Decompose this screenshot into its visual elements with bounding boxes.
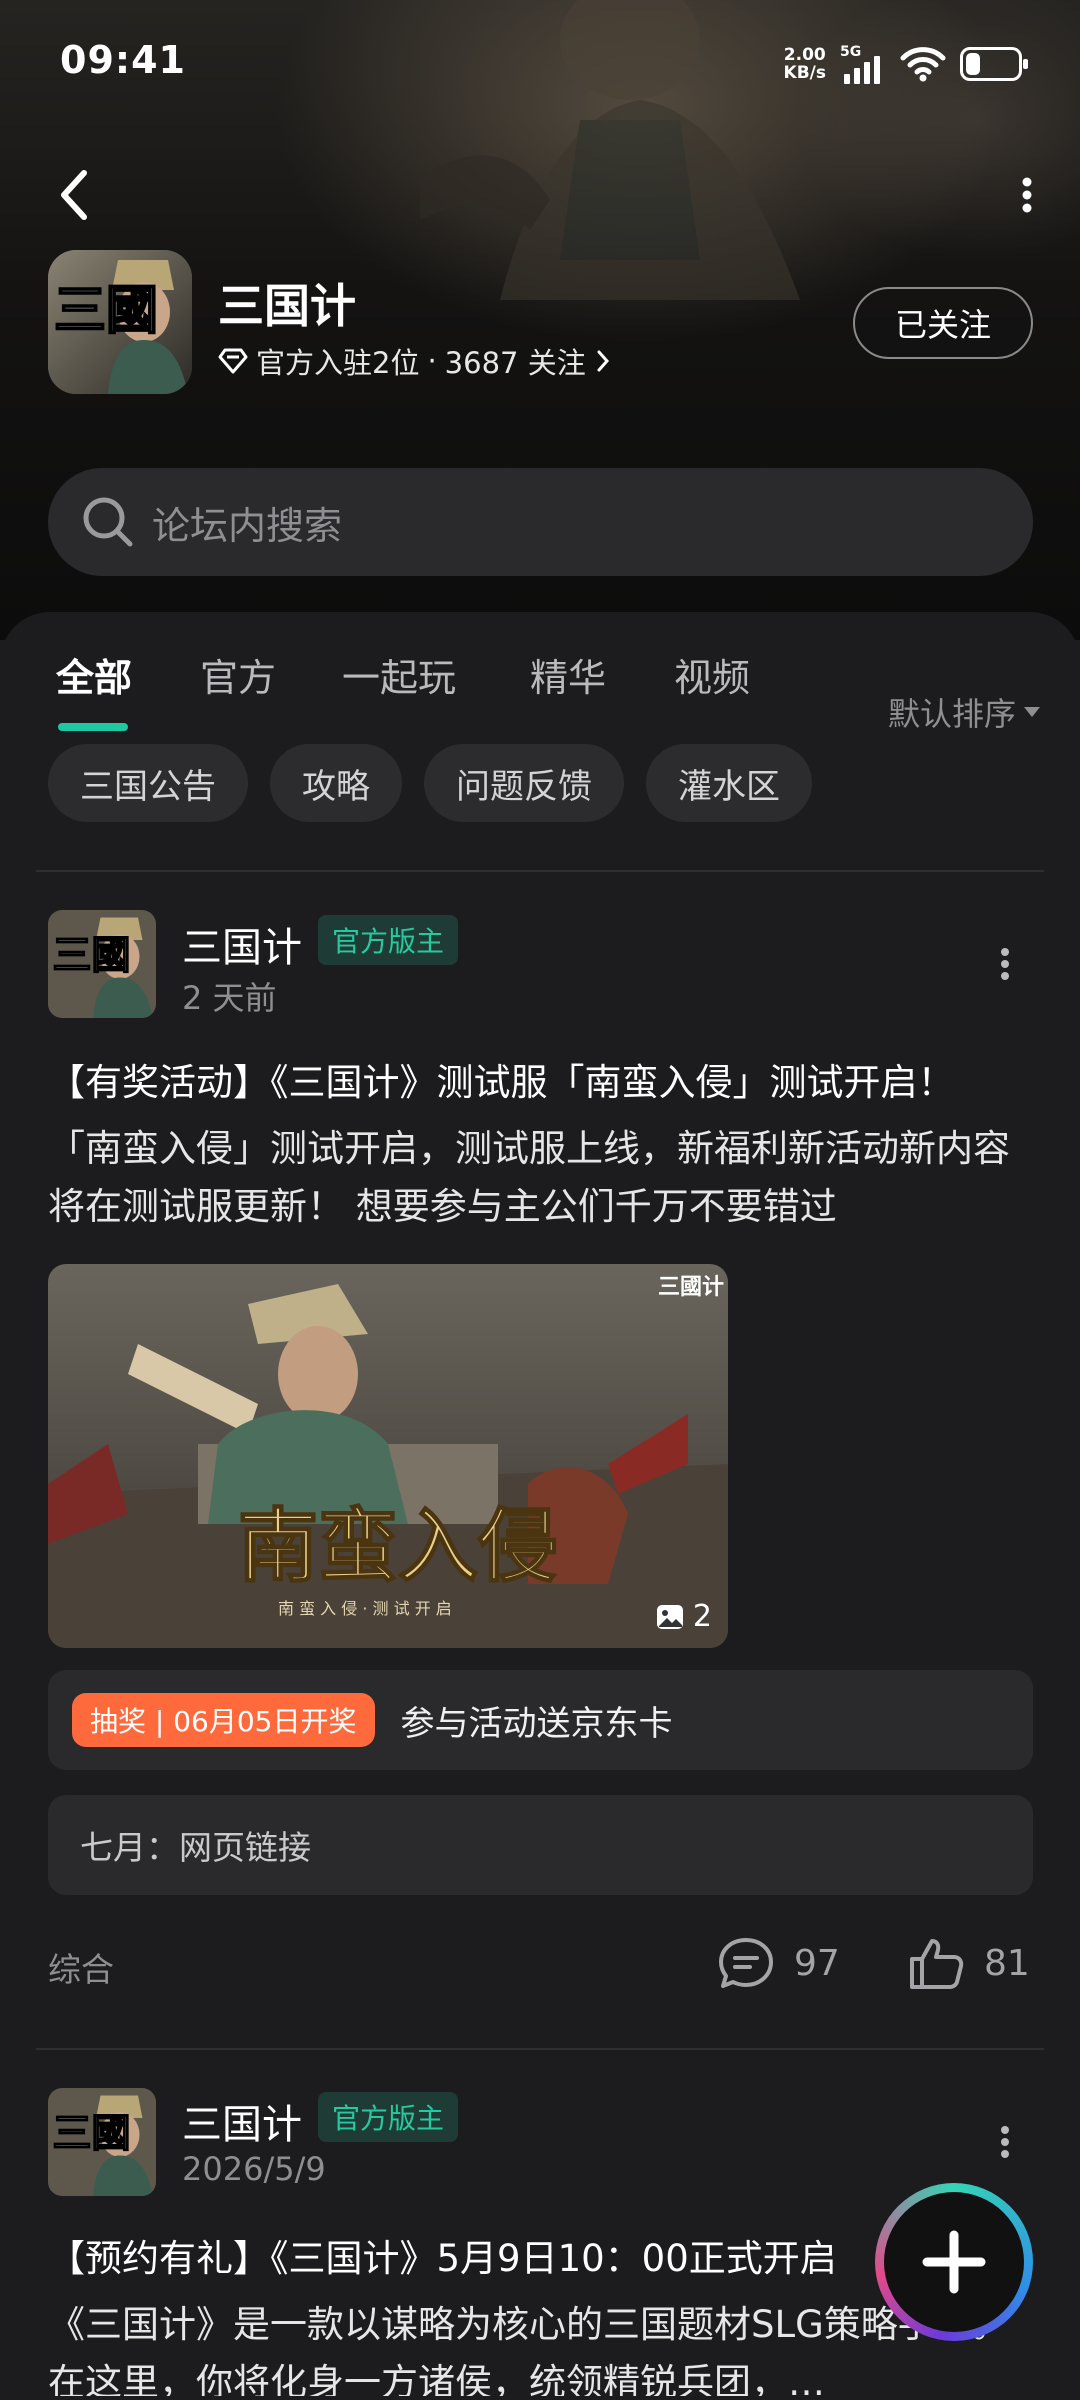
sort-dropdown[interactable]: 默认排序: [888, 689, 1040, 735]
logo-text: 三國: [54, 280, 158, 341]
forum-logo: 三國: [48, 250, 192, 394]
avatar-portrait-icon: 三國: [48, 910, 156, 1018]
avatar-portrait-icon: 三國: [48, 2088, 156, 2196]
comment-icon: [719, 1938, 773, 1988]
avatar[interactable]: 三國: [48, 910, 156, 1018]
chevron-down-icon: [1024, 707, 1040, 717]
chip-feedback[interactable]: 问题反馈: [424, 744, 624, 822]
battery-icon: [960, 47, 1028, 81]
web-link-text: 七月：网页链接: [80, 1828, 311, 1867]
avatar-logo-text: 三國: [53, 933, 131, 979]
comment-button[interactable]: 97: [716, 1935, 840, 1991]
tab-bar: 全部 官方 一起玩 精华 视频 默认排序: [0, 647, 1080, 733]
category-chips: 三国公告 攻略 问题反馈 灌水区: [48, 744, 812, 822]
lottery-card[interactable]: 抽奖 | 06月05日开奖 参与活动送京东卡: [48, 1670, 1033, 1770]
meta-separator: ·: [427, 344, 437, 378]
image-headline: 南蛮入侵: [238, 1499, 558, 1593]
more-vertical-icon[interactable]: [990, 944, 1020, 984]
create-post-button[interactable]: [875, 2183, 1033, 2341]
image-watermark: 三國计: [658, 1274, 724, 1300]
official-count: 官方入驻2位: [256, 346, 420, 380]
avatar-logo-text: 三國: [53, 2111, 131, 2157]
image-icon: [656, 1604, 683, 1629]
tab-play-together[interactable]: 一起玩: [342, 647, 456, 702]
cellular-signal-icon: 5G: [840, 44, 886, 84]
chip-announcements[interactable]: 三国公告: [48, 744, 248, 822]
chip-off-topic[interactable]: 灌水区: [646, 744, 812, 822]
web-link-card[interactable]: 七月：网页链接: [48, 1795, 1033, 1895]
more-vertical-icon[interactable]: [990, 2122, 1020, 2162]
tab-featured[interactable]: 精华: [530, 647, 606, 702]
diamond-icon: [218, 348, 248, 374]
network-speed: 2.00 KB/s: [783, 45, 826, 83]
logo-portrait-icon: 三國: [48, 250, 192, 394]
forum-name: 三国计: [218, 279, 356, 333]
like-count: 81: [984, 1942, 1030, 1984]
divider: [36, 870, 1044, 872]
plus-icon: [922, 2230, 986, 2294]
post-author[interactable]: 三国计: [182, 915, 302, 973]
post-image-artwork: 南蛮入侵 南 蛮 入 侵 · 测 试 开 启 三國计: [48, 1264, 728, 1648]
forum-meta[interactable]: 官方入驻2位 · 3687 关注: [218, 340, 612, 382]
post-author[interactable]: 三国计: [182, 2092, 302, 2150]
post-time: 2026/5/9: [182, 2150, 326, 2188]
more-vertical-icon[interactable]: [1012, 170, 1042, 220]
moderator-badge: 官方版主: [318, 915, 459, 965]
post-time: 2 天前: [182, 979, 277, 1017]
image-count: 2: [655, 1599, 712, 1634]
avatar[interactable]: 三國: [48, 2088, 156, 2196]
post-footer: 综合 97 81: [0, 1935, 1080, 1995]
chip-guides[interactable]: 攻略: [270, 744, 402, 822]
back-arrow-icon[interactable]: [52, 165, 102, 225]
search-input[interactable]: 论坛内搜索: [48, 468, 1033, 576]
status-icons: 2.00 KB/s 5G: [783, 44, 1028, 84]
wifi-icon: [900, 47, 946, 82]
comment-count: 97: [794, 1942, 840, 1984]
chevron-right-icon: [597, 350, 609, 372]
post-body[interactable]: 「南蛮入侵」测试开启，测试服上线，新福利新活动新内容将在测试服更新！ 想要参与主…: [48, 1120, 1038, 1236]
moderator-badge: 官方版主: [318, 2092, 459, 2142]
post-body[interactable]: 《三国计》是一款以谋略为核心的三国题材SLG策略手游。在这里，你将化身一方诸侯，…: [48, 2296, 1038, 2396]
active-tab-indicator: [58, 723, 128, 731]
post-title[interactable]: 【有奖活动】《三国计》测试服「南蛮入侵」测试开启！: [48, 1052, 1038, 1106]
status-time: 09:41: [60, 38, 186, 82]
follow-button[interactable]: 已关注: [853, 287, 1033, 359]
post-title[interactable]: 【预约有礼】《三国计》5月9日10：00正式开启: [48, 2228, 888, 2282]
search-placeholder: 论坛内搜索: [152, 503, 343, 548]
like-button[interactable]: 81: [906, 1935, 1030, 1991]
sort-label: 默认排序: [887, 695, 1016, 733]
lottery-tag: 抽奖 | 06月05日开奖: [72, 1693, 375, 1747]
tab-all[interactable]: 全部: [56, 647, 132, 702]
thumbs-up-icon: [910, 1939, 964, 1989]
tab-video[interactable]: 视频: [674, 647, 750, 702]
tab-official[interactable]: 官方: [200, 647, 276, 702]
search-icon: [83, 497, 133, 547]
post-category[interactable]: 综合: [48, 1943, 114, 1991]
post-image[interactable]: 南蛮入侵 南 蛮 入 侵 · 测 试 开 启 三國计 2: [48, 1264, 728, 1648]
follower-count: 3687 关注: [444, 346, 586, 380]
status-bar: 09:41 2.00 KB/s 5G: [0, 0, 1080, 130]
divider: [36, 2048, 1044, 2050]
image-subline: 南 蛮 入 侵 · 测 试 开 启: [278, 1599, 452, 1618]
lottery-text: 参与活动送京东卡: [400, 1703, 673, 1744]
